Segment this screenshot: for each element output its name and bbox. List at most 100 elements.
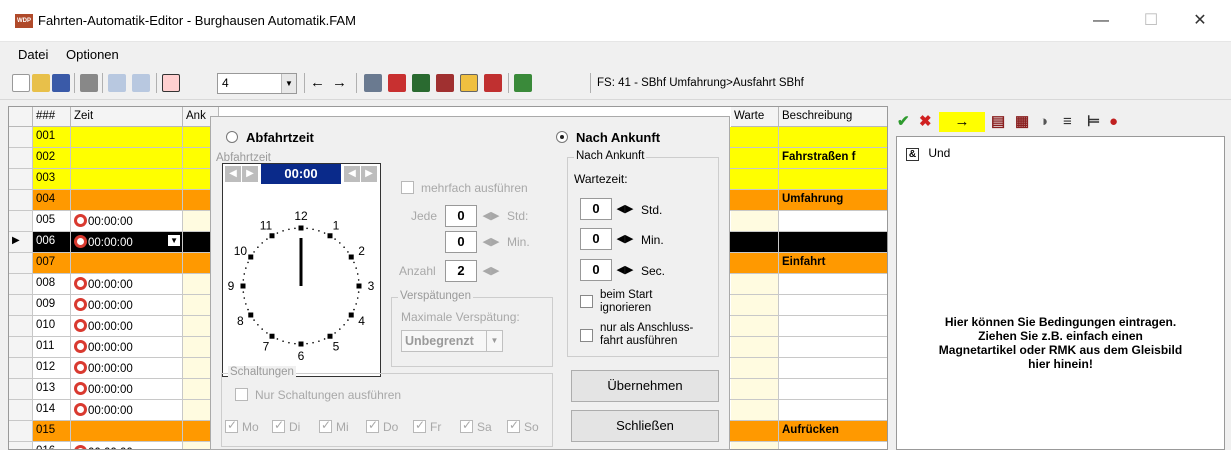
row-description[interactable] bbox=[779, 358, 887, 378]
jede-min-spinner[interactable]: ◀▶ bbox=[481, 231, 501, 253]
row-warte[interactable] bbox=[731, 421, 779, 441]
row-description[interactable] bbox=[779, 442, 887, 449]
row-time[interactable] bbox=[71, 148, 183, 168]
row-description[interactable]: Umfahrung bbox=[779, 190, 887, 210]
confirm-icon[interactable]: ✔ bbox=[897, 112, 910, 132]
row-description[interactable] bbox=[779, 232, 887, 252]
row-number[interactable]: 006 bbox=[33, 232, 71, 252]
wait-sec-spinner[interactable]: ◀▶ bbox=[615, 259, 635, 281]
block-icon[interactable]: ≡ bbox=[1063, 112, 1072, 132]
close-button[interactable]: ✕ bbox=[1180, 8, 1220, 34]
row-warte[interactable] bbox=[731, 148, 779, 168]
row-number[interactable]: 001 bbox=[33, 127, 71, 147]
row-warte[interactable] bbox=[731, 295, 779, 315]
signal-icon[interactable] bbox=[436, 74, 454, 92]
row-description[interactable] bbox=[779, 379, 887, 399]
row-description[interactable] bbox=[779, 127, 887, 147]
day-checkbox-di[interactable] bbox=[272, 418, 285, 433]
track-icon[interactable] bbox=[364, 74, 382, 92]
row-warte[interactable] bbox=[731, 316, 779, 336]
col-header-warte[interactable]: Warte bbox=[731, 107, 779, 127]
row-number[interactable]: 012 bbox=[33, 358, 71, 378]
row-number[interactable]: 016 bbox=[33, 442, 71, 449]
anzahl-spinner[interactable]: ◀▶ bbox=[481, 260, 501, 282]
chevron-down-icon[interactable]: ▼ bbox=[486, 331, 502, 351]
row-warte[interactable] bbox=[731, 400, 779, 420]
table-icon[interactable] bbox=[388, 74, 406, 92]
row-number[interactable]: 005 bbox=[33, 211, 71, 231]
delete-row-icon[interactable] bbox=[132, 74, 150, 92]
print-icon[interactable] bbox=[80, 74, 98, 92]
day-checkbox-mo[interactable] bbox=[225, 418, 238, 433]
condition-arrow-icon[interactable]: → bbox=[939, 112, 985, 132]
row-number[interactable]: 010 bbox=[33, 316, 71, 336]
wait-min-input[interactable]: 0 bbox=[580, 228, 612, 250]
row-time[interactable]: 00:00:00 ▼ bbox=[71, 232, 183, 252]
start-ignore-checkbox[interactable] bbox=[580, 295, 593, 308]
row-number[interactable]: 002 bbox=[33, 148, 71, 168]
hour-left-icon[interactable]: ◀ bbox=[225, 166, 241, 182]
day-checkbox-so[interactable] bbox=[507, 418, 520, 433]
row-description[interactable] bbox=[779, 400, 887, 420]
jede-min-input[interactable]: 0 bbox=[445, 231, 477, 253]
row-number[interactable]: 003 bbox=[33, 169, 71, 189]
row-description[interactable]: Einfahrt bbox=[779, 253, 887, 273]
row-warte[interactable] bbox=[731, 127, 779, 147]
open-folder-icon[interactable] bbox=[32, 74, 50, 92]
row-description[interactable] bbox=[779, 337, 887, 357]
cancel-icon[interactable]: ✖ bbox=[919, 112, 932, 132]
col-header-zeit[interactable]: Zeit bbox=[71, 107, 183, 127]
row-time[interactable] bbox=[71, 169, 183, 189]
jede-std-input[interactable]: 0 bbox=[445, 205, 477, 227]
row-time[interactable] bbox=[71, 190, 183, 210]
col-header-num[interactable]: ### bbox=[33, 107, 71, 127]
row-description[interactable] bbox=[779, 316, 887, 336]
row-number[interactable]: 007 bbox=[33, 253, 71, 273]
wait-sec-input[interactable]: 0 bbox=[580, 259, 612, 281]
row-description[interactable]: Fahrstraßen f bbox=[779, 148, 887, 168]
row-number[interactable]: 009 bbox=[33, 295, 71, 315]
row-description[interactable] bbox=[779, 211, 887, 231]
menu-datei[interactable]: Datei bbox=[18, 47, 48, 62]
row-warte[interactable] bbox=[731, 190, 779, 210]
row-number[interactable]: 004 bbox=[33, 190, 71, 210]
uebernehmen-button[interactable]: Übernehmen bbox=[571, 370, 719, 402]
anschluss-checkbox[interactable] bbox=[580, 329, 593, 342]
row-time[interactable]: 00:00:00 bbox=[71, 400, 183, 420]
wait-min-spinner[interactable]: ◀▶ bbox=[615, 228, 635, 250]
day-checkbox-fr[interactable] bbox=[413, 418, 426, 433]
row-number[interactable]: 008 bbox=[33, 274, 71, 294]
col-header-beschreibung[interactable]: Beschreibung bbox=[779, 107, 887, 127]
row-time[interactable] bbox=[71, 127, 183, 147]
schedule-icon[interactable] bbox=[460, 74, 478, 92]
row-time[interactable]: 00:00:00 bbox=[71, 358, 183, 378]
jede-std-spinner[interactable]: ◀▶ bbox=[481, 205, 501, 227]
row-time[interactable]: 00:00:00 bbox=[71, 295, 183, 315]
row-warte[interactable] bbox=[731, 211, 779, 231]
condition-item[interactable]: & Und bbox=[906, 146, 950, 161]
row-warte[interactable] bbox=[731, 379, 779, 399]
wait-std-spinner[interactable]: ◀▶ bbox=[615, 198, 635, 220]
day-checkbox-mi[interactable] bbox=[319, 418, 332, 433]
signal-light-icon[interactable]: ● bbox=[1109, 112, 1118, 132]
sound-icon[interactable]: ◑ bbox=[1039, 112, 1048, 132]
arrow-right-icon[interactable]: → bbox=[332, 74, 350, 92]
row-time[interactable]: 00:00:00 bbox=[71, 316, 183, 336]
schliessen-button[interactable]: Schließen bbox=[571, 410, 719, 442]
clock-icon[interactable] bbox=[162, 74, 180, 92]
row-number[interactable]: 011 bbox=[33, 337, 71, 357]
radio-nach-ankunft[interactable] bbox=[556, 131, 568, 143]
row-warte[interactable] bbox=[731, 232, 779, 252]
row-description[interactable] bbox=[779, 169, 887, 189]
row-time[interactable] bbox=[71, 421, 183, 441]
mehrfach-checkbox[interactable] bbox=[401, 181, 414, 194]
arrow-left-icon[interactable]: ← bbox=[310, 74, 328, 92]
stairs-icon[interactable]: ⊨ bbox=[1087, 112, 1100, 132]
row-number[interactable]: 014 bbox=[33, 400, 71, 420]
row-time[interactable]: 00:00:00 bbox=[71, 379, 183, 399]
row-number[interactable]: 013 bbox=[33, 379, 71, 399]
chevron-down-icon[interactable]: ▼ bbox=[281, 74, 296, 93]
train-number-combo[interactable]: 4 ▼ bbox=[217, 73, 297, 94]
locomotive-icon[interactable]: ▤ bbox=[991, 112, 1005, 132]
row-time[interactable]: 00:00:00 bbox=[71, 211, 183, 231]
